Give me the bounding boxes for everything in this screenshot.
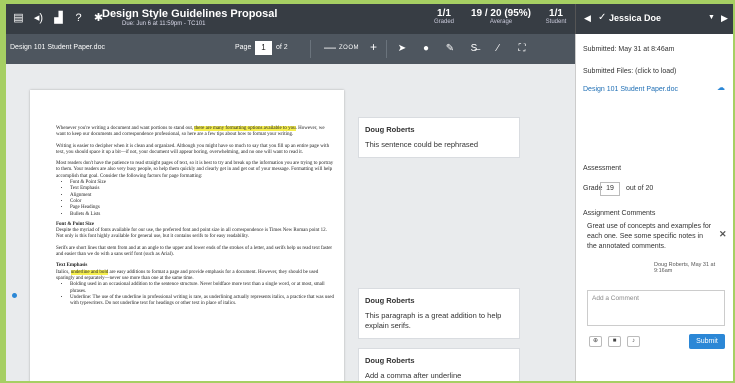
paragraph: Whenever you're writing a document and w…: [56, 126, 325, 138]
strikeout-tool-icon[interactable]: S̶: [466, 42, 482, 56]
grading-sidebar: Submitted: May 31 at 8:46am Submitted Fi…: [575, 34, 733, 381]
student-dropdown-icon[interactable]: ▼: [708, 14, 715, 21]
zoom-in-button[interactable]: +: [370, 40, 377, 54]
gradebook-icon[interactable]: ▤: [12, 11, 25, 25]
grade-out-of: out of 20: [626, 185, 654, 192]
paragraph: Italics, underline and bold are easy add…: [56, 269, 319, 281]
zoom-out-button[interactable]: —: [324, 40, 336, 54]
page-total: of 2: [276, 44, 288, 51]
submitted-date: Submitted: May 31 at 8:46am: [583, 46, 675, 53]
grade-input[interactable]: 19: [600, 182, 620, 196]
attach-file-icon[interactable]: ⊕: [589, 336, 602, 347]
highlight-annotation[interactable]: there are many formatting options availa…: [194, 126, 296, 131]
annotation-toolbar: Design 101 Student Paper.doc Page 1 of 2…: [6, 34, 575, 64]
mute-icon[interactable]: ◂): [32, 11, 45, 25]
speech-record-icon[interactable]: ♪: [627, 336, 640, 347]
point-annotation-icon[interactable]: ●: [418, 42, 434, 56]
student-selector: ◀ ✓ Jessica Doe ▼ ▶: [575, 4, 733, 34]
stats-icon[interactable]: ▟: [52, 11, 65, 25]
comment-text: This sentence could be rephrased: [365, 140, 478, 149]
assessment-label: Assessment: [583, 165, 622, 172]
due-date: Due: Jun 6 at 11:59pm - TC101: [122, 21, 206, 27]
area-select-tool-icon[interactable]: ⛶: [514, 42, 530, 56]
page-number-input[interactable]: 1: [255, 41, 272, 55]
page-label: Page: [235, 44, 252, 51]
point-annotation-marker[interactable]: [12, 293, 17, 298]
toolbar-divider: [386, 40, 387, 58]
assignment-comment: Great use of concepts and examples for e…: [587, 223, 712, 250]
assignment-comments-label: Assignment Comments: [583, 210, 656, 217]
stat-student: 1/1 Student: [545, 8, 567, 25]
annotation-comment[interactable]: Doug Roberts Add a comma after underline: [358, 348, 520, 381]
document-page: Whenever you're writing a document and w…: [30, 90, 344, 381]
help-icon[interactable]: ?: [72, 11, 85, 25]
submitted-files-label: Submitted Files: (click to load): [583, 68, 677, 75]
toolbar-divider: [310, 40, 311, 58]
zoom-label: ZOOM: [339, 45, 359, 51]
graded-check-icon: ✓: [598, 12, 607, 23]
document-filename: Design 101 Student Paper.doc: [10, 44, 105, 51]
comment-author: Doug Roberts: [365, 296, 415, 305]
comment-text: Add a comma after underline: [365, 371, 462, 380]
annotation-comment[interactable]: Doug Roberts This paragraph is a great a…: [358, 288, 520, 339]
header-icons: ▤ ◂) ▟ ? ✱: [12, 11, 105, 25]
comment-meta: Doug Roberts, May 31 at 9:16am: [654, 262, 716, 274]
comment-text: This paragraph is a great addition to he…: [365, 311, 502, 330]
document-viewer[interactable]: Whenever you're writing a document and w…: [6, 64, 575, 381]
section-heading: Font & Point Size: [56, 221, 94, 227]
submit-comment-button[interactable]: Submit: [689, 334, 725, 349]
paragraph: Despite the myriad of fonts available fo…: [56, 228, 327, 240]
submitted-file-link[interactable]: Design 101 Student Paper.doc: [583, 86, 678, 93]
annotation-comment[interactable]: Doug Roberts This sentence could be reph…: [358, 117, 520, 158]
paragraph: Most readers don't have the patience to …: [56, 161, 334, 179]
pointer-tool-icon[interactable]: ➤: [394, 42, 410, 56]
speedgrader-window: ▤ ◂) ▟ ? ✱ Design Style Guidelines Propo…: [6, 4, 733, 381]
media-comment-icon[interactable]: ■: [608, 336, 621, 347]
next-student-icon[interactable]: ▶: [721, 13, 728, 24]
comment-author: Doug Roberts: [365, 125, 415, 134]
prev-student-icon[interactable]: ◀: [584, 13, 591, 24]
paragraph: Serifs are short lines that stem from an…: [56, 245, 333, 258]
freedraw-tool-icon[interactable]: ∕: [490, 42, 506, 56]
cloud-download-icon[interactable]: ☁: [717, 84, 725, 92]
paragraph: Writing is easier to decipher when it is…: [56, 143, 330, 155]
format-list: Font & Point Size Text Emphasis Alignmen…: [70, 180, 334, 218]
stat-graded: 1/1 Graded: [433, 8, 454, 25]
highlight-annotation[interactable]: underline and bold: [70, 269, 109, 275]
header-bar: ▤ ◂) ▟ ? ✱ Design Style Guidelines Propo…: [6, 4, 575, 34]
section-heading: Text Emphasis: [56, 263, 88, 269]
stat-average: 19 / 20 (95%) Average: [470, 8, 532, 25]
add-comment-textarea[interactable]: Add a Comment: [587, 290, 725, 326]
assignment-title[interactable]: Design Style Guidelines Proposal: [102, 8, 277, 20]
student-name[interactable]: Jessica Doe: [609, 13, 661, 23]
delete-comment-icon[interactable]: ✕: [719, 229, 727, 240]
emphasis-list: Bolding used in an occasional addition t…: [70, 282, 334, 307]
highlight-tool-icon[interactable]: ✎: [442, 42, 458, 56]
comment-author: Doug Roberts: [365, 356, 415, 365]
